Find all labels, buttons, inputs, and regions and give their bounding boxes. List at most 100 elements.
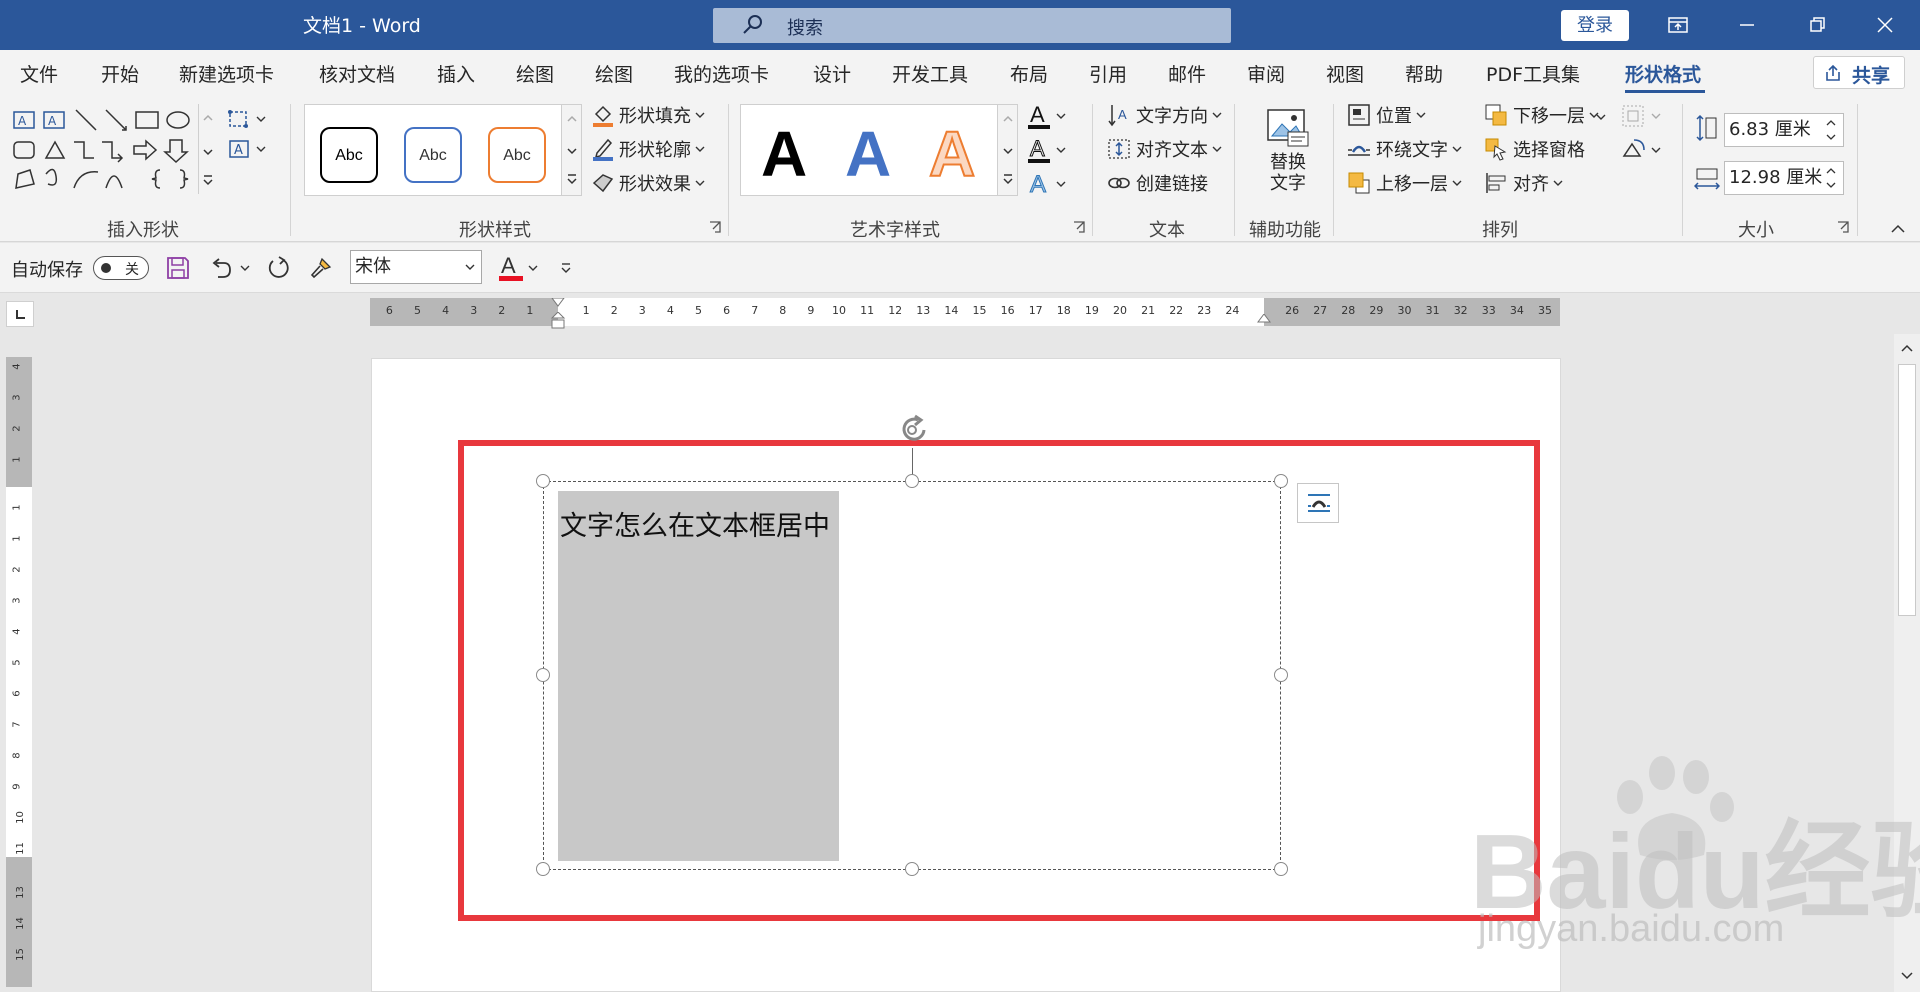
scrollbar-thumb[interactable]: [1898, 364, 1916, 616]
shape-style-sample[interactable]: Abc: [488, 127, 546, 183]
resize-handle-top[interactable]: [905, 474, 919, 488]
tab-my-tab[interactable]: 我的选项卡: [674, 60, 769, 87]
rotation-handle-icon[interactable]: [896, 414, 934, 448]
share-button[interactable]: 共享: [1813, 56, 1905, 89]
tab-draw[interactable]: 绘图: [516, 60, 554, 87]
dialog-launcher-icon[interactable]: [1072, 220, 1086, 234]
text-direction-button[interactable]: A 文字方向: [1106, 102, 1222, 128]
rotate-icon[interactable]: [1620, 136, 1664, 164]
wordart-gallery-scroll[interactable]: [997, 105, 1017, 195]
tab-mailings[interactable]: 邮件: [1168, 60, 1206, 87]
shape-gallery-scroll[interactable]: [198, 104, 218, 194]
font-color-icon[interactable]: A: [497, 251, 525, 283]
vertical-ruler[interactable]: 4 3 2 1 1 1 2 3 4 5 6 7 8 9 10 11 13 14 15: [6, 357, 32, 987]
wrap-text-button[interactable]: 环绕文字: [1346, 136, 1462, 162]
scroll-down-icon[interactable]: [1900, 970, 1914, 982]
tab-view[interactable]: 视图: [1326, 60, 1364, 87]
align-text-button[interactable]: 对齐文本: [1106, 136, 1222, 162]
spinner-arrows-icon[interactable]: [1824, 163, 1838, 193]
bring-forward-button[interactable]: 上移一层: [1346, 170, 1462, 196]
dialog-launcher-icon[interactable]: [1836, 220, 1850, 234]
undo-icon[interactable]: [208, 255, 234, 281]
hanging-indent-icon[interactable]: [550, 312, 566, 330]
right-indent-icon[interactable]: [1256, 314, 1272, 326]
send-backward-button[interactable]: 下移一层: [1483, 102, 1599, 128]
tab-draw-2[interactable]: 绘图: [595, 60, 633, 87]
text-outline-button[interactable]: A: [1026, 136, 1066, 164]
create-link-button[interactable]: 创建链接: [1106, 170, 1208, 196]
tab-developer[interactable]: 开发工具: [892, 60, 968, 87]
tab-references[interactable]: 引用: [1089, 60, 1127, 87]
chevron-down-icon: [695, 146, 705, 152]
draw-textbox-button[interactable]: A: [226, 136, 266, 162]
search-box[interactable]: 搜索: [713, 8, 1231, 43]
tab-new-tab[interactable]: 新建选项卡: [179, 60, 274, 87]
resize-handle-top-right[interactable]: [1274, 474, 1288, 488]
text-effects-button[interactable]: A: [1026, 170, 1066, 198]
tab-insert[interactable]: 插入: [437, 60, 475, 87]
group-objects-icon[interactable]: [1620, 102, 1664, 130]
resize-handle-bottom-left[interactable]: [536, 862, 550, 876]
alt-text-button[interactable]: 替换 文字: [1248, 108, 1328, 208]
spinner-arrows-icon[interactable]: [1824, 115, 1838, 145]
resize-handle-right[interactable]: [1274, 668, 1288, 682]
login-button[interactable]: 登录: [1561, 10, 1629, 41]
ribbon-separator: [1234, 104, 1235, 236]
tab-design[interactable]: 设计: [813, 60, 851, 87]
redo-icon[interactable]: [265, 255, 291, 281]
shape-style-sample[interactable]: Abc: [404, 127, 462, 183]
align-button[interactable]: 对齐: [1483, 170, 1563, 196]
position-button[interactable]: 位置: [1346, 102, 1426, 128]
selection-pane-button[interactable]: 选择窗格: [1483, 136, 1585, 162]
close-button[interactable]: [1850, 0, 1920, 50]
layout-options-button[interactable]: [1297, 483, 1339, 523]
restore-button[interactable]: [1782, 0, 1852, 50]
shape-style-sample[interactable]: Abc: [320, 127, 378, 183]
wordart-style-gallery[interactable]: A A A: [740, 104, 1018, 196]
tab-layout[interactable]: 布局: [1010, 60, 1048, 87]
ruler-marks: 6 5 4 3 2 1 1 2 3 4 5 6 7 8 9 10 11 12 13 14 15 16 17 18 19 20 21 2…: [370, 298, 1560, 326]
save-icon[interactable]: [165, 255, 191, 281]
wordart-sample-orange[interactable]: A: [928, 117, 976, 191]
shape-effects-button[interactable]: 形状效果: [591, 170, 705, 196]
resize-handle-top-left[interactable]: [536, 474, 550, 488]
ruler-tick-label: 20: [1113, 304, 1127, 317]
customize-toolbar-icon[interactable]: [560, 261, 572, 275]
shape-height-icon: [1696, 114, 1717, 142]
minimize-button[interactable]: [1712, 0, 1782, 50]
wordart-sample-blue[interactable]: A: [845, 117, 891, 191]
tab-review[interactable]: 审阅: [1247, 60, 1285, 87]
text-fill-button[interactable]: A: [1026, 102, 1066, 130]
chevron-down-icon[interactable]: [528, 263, 538, 273]
shape-gallery[interactable]: A A: [10, 104, 218, 194]
shape-outline-button[interactable]: 形状轮廓: [591, 136, 705, 162]
text-box-content[interactable]: 文字怎么在文本框居中: [560, 504, 830, 543]
chevron-down-icon[interactable]: [1596, 112, 1606, 122]
tab-file[interactable]: 文件: [20, 60, 58, 87]
quick-access-toolbar: 自动保存 关 宋体 A: [0, 243, 1920, 293]
scroll-up-icon[interactable]: [1900, 342, 1914, 354]
resize-handle-bottom-right[interactable]: [1274, 862, 1288, 876]
tab-stop-selector[interactable]: [6, 301, 34, 327]
autosave-toggle[interactable]: 关: [93, 256, 149, 280]
tab-pdf-tools[interactable]: PDF工具集: [1486, 60, 1580, 87]
chevron-down-icon[interactable]: [240, 263, 250, 273]
wordart-sample-black[interactable]: A: [761, 117, 807, 191]
horizontal-ruler[interactable]: 6 5 4 3 2 1 1 2 3 4 5 6 7 8 9 10 11 12 13 14 15 16 17 18 19 20 21 2…: [370, 298, 1560, 329]
ribbon-display-options-button[interactable]: [1642, 0, 1712, 50]
shape-fill-button[interactable]: 形状填充: [591, 102, 705, 128]
resize-handle-left[interactable]: [536, 668, 550, 682]
shape-style-gallery[interactable]: Abc Abc Abc: [304, 104, 582, 196]
resize-handle-bottom[interactable]: [905, 862, 919, 876]
shape-style-gallery-scroll[interactable]: [561, 105, 581, 195]
edit-shape-button[interactable]: [226, 106, 266, 132]
tab-check-document[interactable]: 核对文档: [319, 60, 395, 87]
tab-help[interactable]: 帮助: [1405, 60, 1443, 87]
tab-shape-format[interactable]: 形状格式: [1625, 60, 1701, 87]
font-name-select[interactable]: 宋体: [350, 250, 482, 284]
dialog-launcher-icon[interactable]: [708, 220, 722, 234]
format-painter-icon[interactable]: [308, 255, 334, 281]
tab-home[interactable]: 开始: [101, 60, 139, 87]
collapse-ribbon-icon[interactable]: [1890, 222, 1906, 234]
first-line-indent-icon[interactable]: [550, 298, 566, 310]
